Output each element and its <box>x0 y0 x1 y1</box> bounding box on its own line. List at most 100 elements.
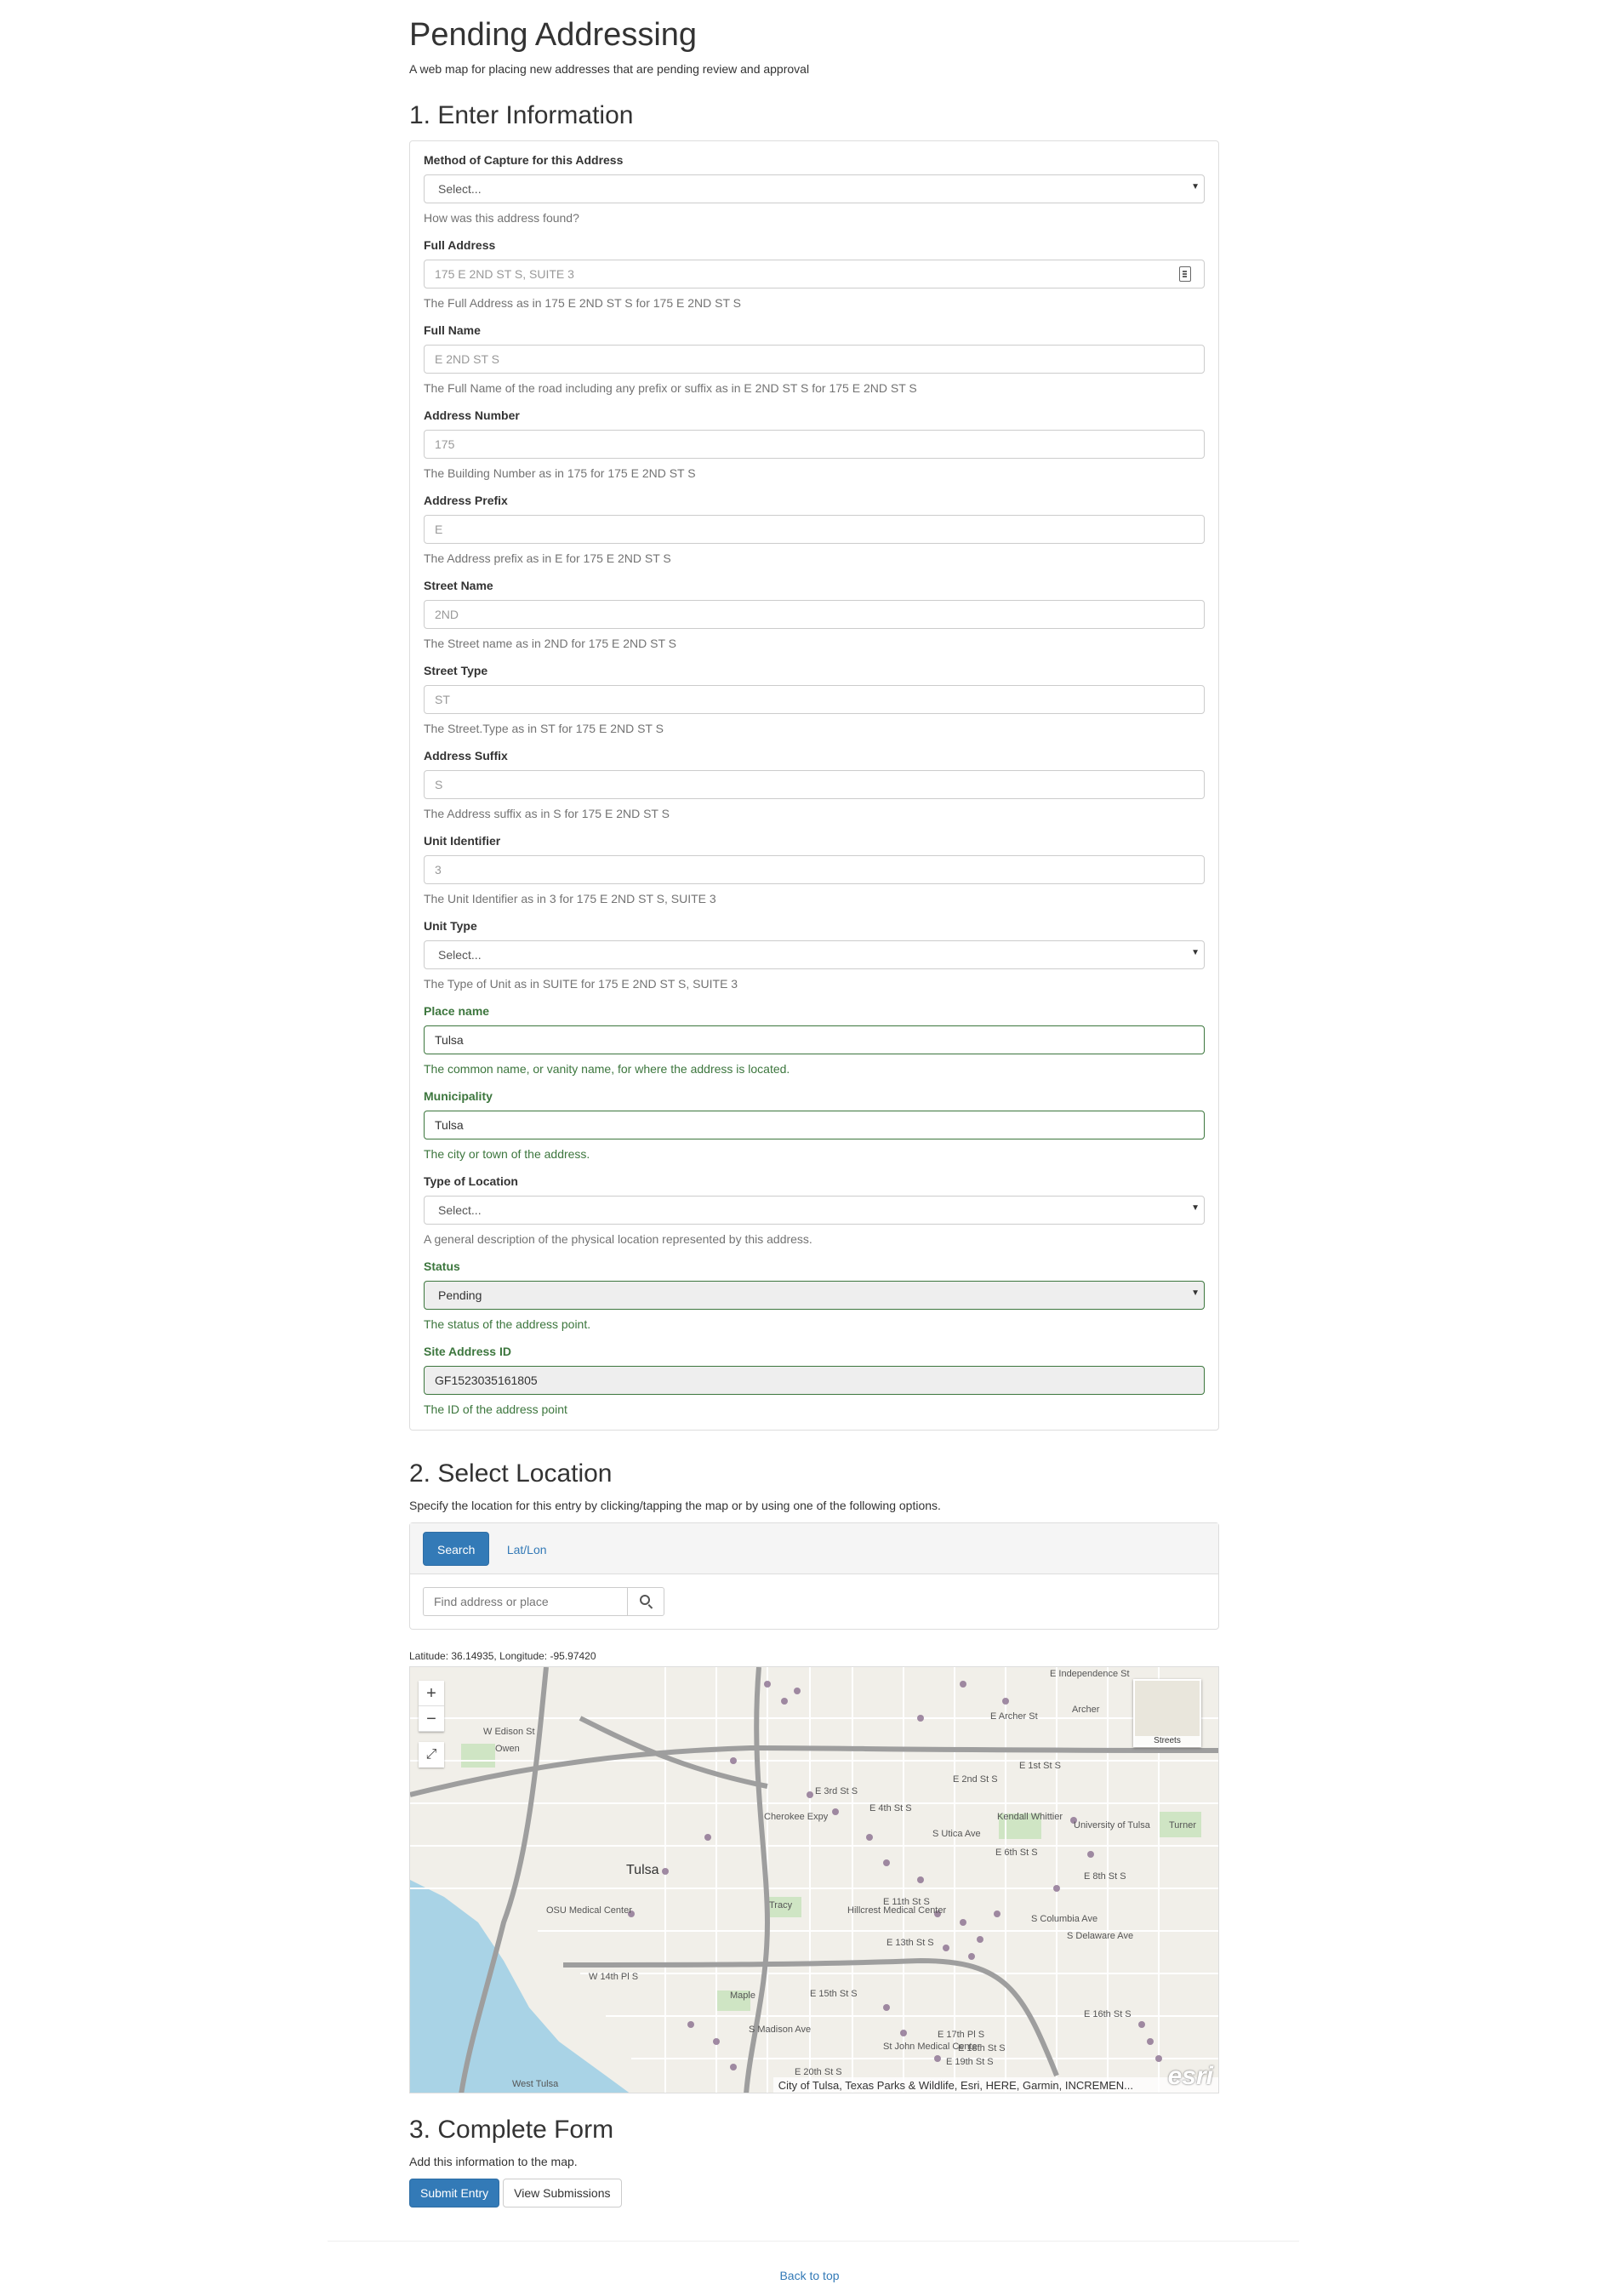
map-label: Turner <box>1169 1820 1196 1831</box>
municipality-help: The city or town of the address. <box>424 1147 590 1161</box>
map-view[interactable]: Tulsa E Independence St E Archer St E 1s… <box>409 1666 1219 2093</box>
map-label: E 3rd St S <box>815 1786 858 1796</box>
map-label: W Edison St <box>483 1727 535 1737</box>
street-name-input[interactable] <box>424 600 1205 629</box>
search-group <box>423 1587 664 1616</box>
location-search-body <box>410 1574 1218 1629</box>
form-group-site-address-id: Site Address ID The ID of the address po… <box>424 1345 1205 1416</box>
form-group-street-name: Street Name The Street name as in 2ND fo… <box>424 579 1205 650</box>
unit-identifier-input[interactable] <box>424 855 1205 884</box>
street-type-input[interactable] <box>424 685 1205 714</box>
full-address-label: Full Address <box>424 238 496 252</box>
full-name-help: The Full Name of the road including any … <box>424 381 917 395</box>
address-suffix-help: The Address suffix as in S for 175 E 2ND… <box>424 807 670 820</box>
map-label: Owen <box>495 1744 520 1754</box>
address-prefix-input[interactable] <box>424 515 1205 544</box>
complete-form-section: 3. Complete Form Add this information to… <box>409 2116 1219 2207</box>
method-of-capture-select[interactable]: Select... <box>424 174 1205 203</box>
chevron-down-icon: ▼ <box>1191 1288 1200 1298</box>
esri-logo: esri <box>1167 2062 1213 2090</box>
type-of-location-select[interactable]: Select... <box>424 1196 1205 1225</box>
view-submissions-button[interactable]: View Submissions <box>503 2179 622 2207</box>
section-complete-form-title: 3. Complete Form <box>409 2116 614 2144</box>
status-label: Status <box>424 1259 460 1273</box>
map-label: Hillcrest Medical Center <box>847 1905 947 1916</box>
map-label: E Archer St <box>990 1711 1038 1722</box>
municipality-input[interactable] <box>424 1111 1205 1139</box>
page-container: Pending Addressing A web map for placing… <box>409 0 1219 2207</box>
back-to-top-link[interactable]: Back to top <box>0 2269 1619 2282</box>
place-name-label: Place name <box>424 1004 490 1018</box>
search-input[interactable] <box>423 1587 627 1616</box>
map-label: E 8th St S <box>1084 1871 1126 1882</box>
method-of-capture-label: Method of Capture for this Address <box>424 153 624 167</box>
map-label: E 17th Pl S <box>938 2030 985 2040</box>
basemap-toggle[interactable]: Streets <box>1133 1679 1201 1747</box>
address-number-input[interactable] <box>424 430 1205 459</box>
fullscreen-button[interactable]: ⤢ <box>419 1742 444 1768</box>
full-address-help: The Full Address as in 175 E 2ND ST S fo… <box>424 296 741 310</box>
complete-form-description: Add this information to the map. <box>409 2155 578 2168</box>
status-select[interactable]: Pending <box>424 1281 1205 1310</box>
method-of-capture-help: How was this address found? <box>424 211 579 225</box>
section-enter-information-title: 1. Enter Information <box>409 101 634 129</box>
submit-entry-button[interactable]: Submit Entry <box>409 2179 500 2207</box>
select-location-section: 2. Select Location Specify the location … <box>409 1459 1219 2093</box>
map-label: E 2nd St S <box>953 1774 998 1785</box>
form-group-unit-identifier: Unit Identifier The Unit Identifier as i… <box>424 834 1205 905</box>
search-button[interactable] <box>627 1587 664 1616</box>
zoom-out-button[interactable]: − <box>419 1706 444 1732</box>
map-label: S Columbia Ave <box>1031 1914 1098 1924</box>
place-name-input[interactable] <box>424 1025 1205 1054</box>
map-label: E 1st St S <box>1019 1761 1061 1771</box>
address-number-help: The Building Number as in 175 for 175 E … <box>424 466 696 480</box>
municipality-label: Municipality <box>424 1089 493 1103</box>
location-tabs: Search Lat/Lon <box>410 1523 1218 1574</box>
map-label: E 19th St S <box>946 2057 994 2067</box>
street-type-label: Street Type <box>424 664 488 677</box>
tab-lat-lon[interactable]: Lat/Lon <box>493 1533 561 1567</box>
address-number-label: Address Number <box>424 408 520 422</box>
street-name-help: The Street name as in 2ND for 175 E 2ND … <box>424 637 676 650</box>
map-label: E 4th St S <box>869 1803 912 1813</box>
address-suffix-label: Address Suffix <box>424 749 508 762</box>
site-address-id-label: Site Address ID <box>424 1345 511 1358</box>
full-address-input[interactable] <box>424 260 1205 288</box>
address-suffix-input[interactable] <box>424 770 1205 799</box>
map-label: E 15th St S <box>810 1989 858 1999</box>
map-label: Tracy <box>769 1900 793 1910</box>
zoom-control: + − <box>419 1681 444 1732</box>
status-help: The status of the address point. <box>424 1317 591 1331</box>
enter-information-panel: Method of Capture for this Address Selec… <box>409 140 1219 1431</box>
search-icon <box>640 1595 650 1605</box>
form-group-street-type: Street Type The Street.Type as in ST for… <box>424 664 1205 735</box>
site-address-id-input <box>424 1366 1205 1395</box>
address-prefix-label: Address Prefix <box>424 494 508 507</box>
type-of-location-label: Type of Location <box>424 1174 518 1188</box>
form-group-status: Status Pending ▼ The status of the addre… <box>424 1259 1205 1331</box>
form-group-address-prefix: Address Prefix The Address prefix as in … <box>424 494 1205 565</box>
map-label: Archer <box>1072 1705 1100 1715</box>
map-label: Kendall Whittier <box>997 1812 1063 1822</box>
full-name-input[interactable] <box>424 345 1205 374</box>
map-label: E 13th St S <box>886 1938 934 1948</box>
unit-type-select[interactable]: Select... <box>424 940 1205 969</box>
chevron-down-icon: ▼ <box>1191 182 1200 191</box>
unit-type-label: Unit Type <box>424 919 477 933</box>
map-label: E Independence St <box>1050 1669 1130 1679</box>
full-name-label: Full Name <box>424 323 481 337</box>
footer-divider <box>328 2241 1299 2242</box>
chevron-down-icon: ▼ <box>1191 948 1200 957</box>
map-label-city: Tulsa <box>626 1863 659 1877</box>
form-group-place-name: Place name The common name, or vanity na… <box>424 1004 1205 1076</box>
map-label: W 14th Pl S <box>589 1972 639 1982</box>
form-group-unit-type: Unit Type Select... ▼ The Type of Unit a… <box>424 919 1205 991</box>
unit-identifier-help: The Unit Identifier as in 3 for 175 E 2N… <box>424 892 716 905</box>
map-label: Cherokee Expy <box>764 1812 829 1822</box>
contact-card-icon[interactable] <box>1179 266 1191 282</box>
tab-search[interactable]: Search <box>423 1532 490 1566</box>
section-select-location-title: 2. Select Location <box>409 1459 613 1488</box>
type-of-location-help: A general description of the physical lo… <box>424 1232 812 1246</box>
zoom-in-button[interactable]: + <box>419 1681 444 1706</box>
form-group-address-suffix: Address Suffix The Address suffix as in … <box>424 749 1205 820</box>
